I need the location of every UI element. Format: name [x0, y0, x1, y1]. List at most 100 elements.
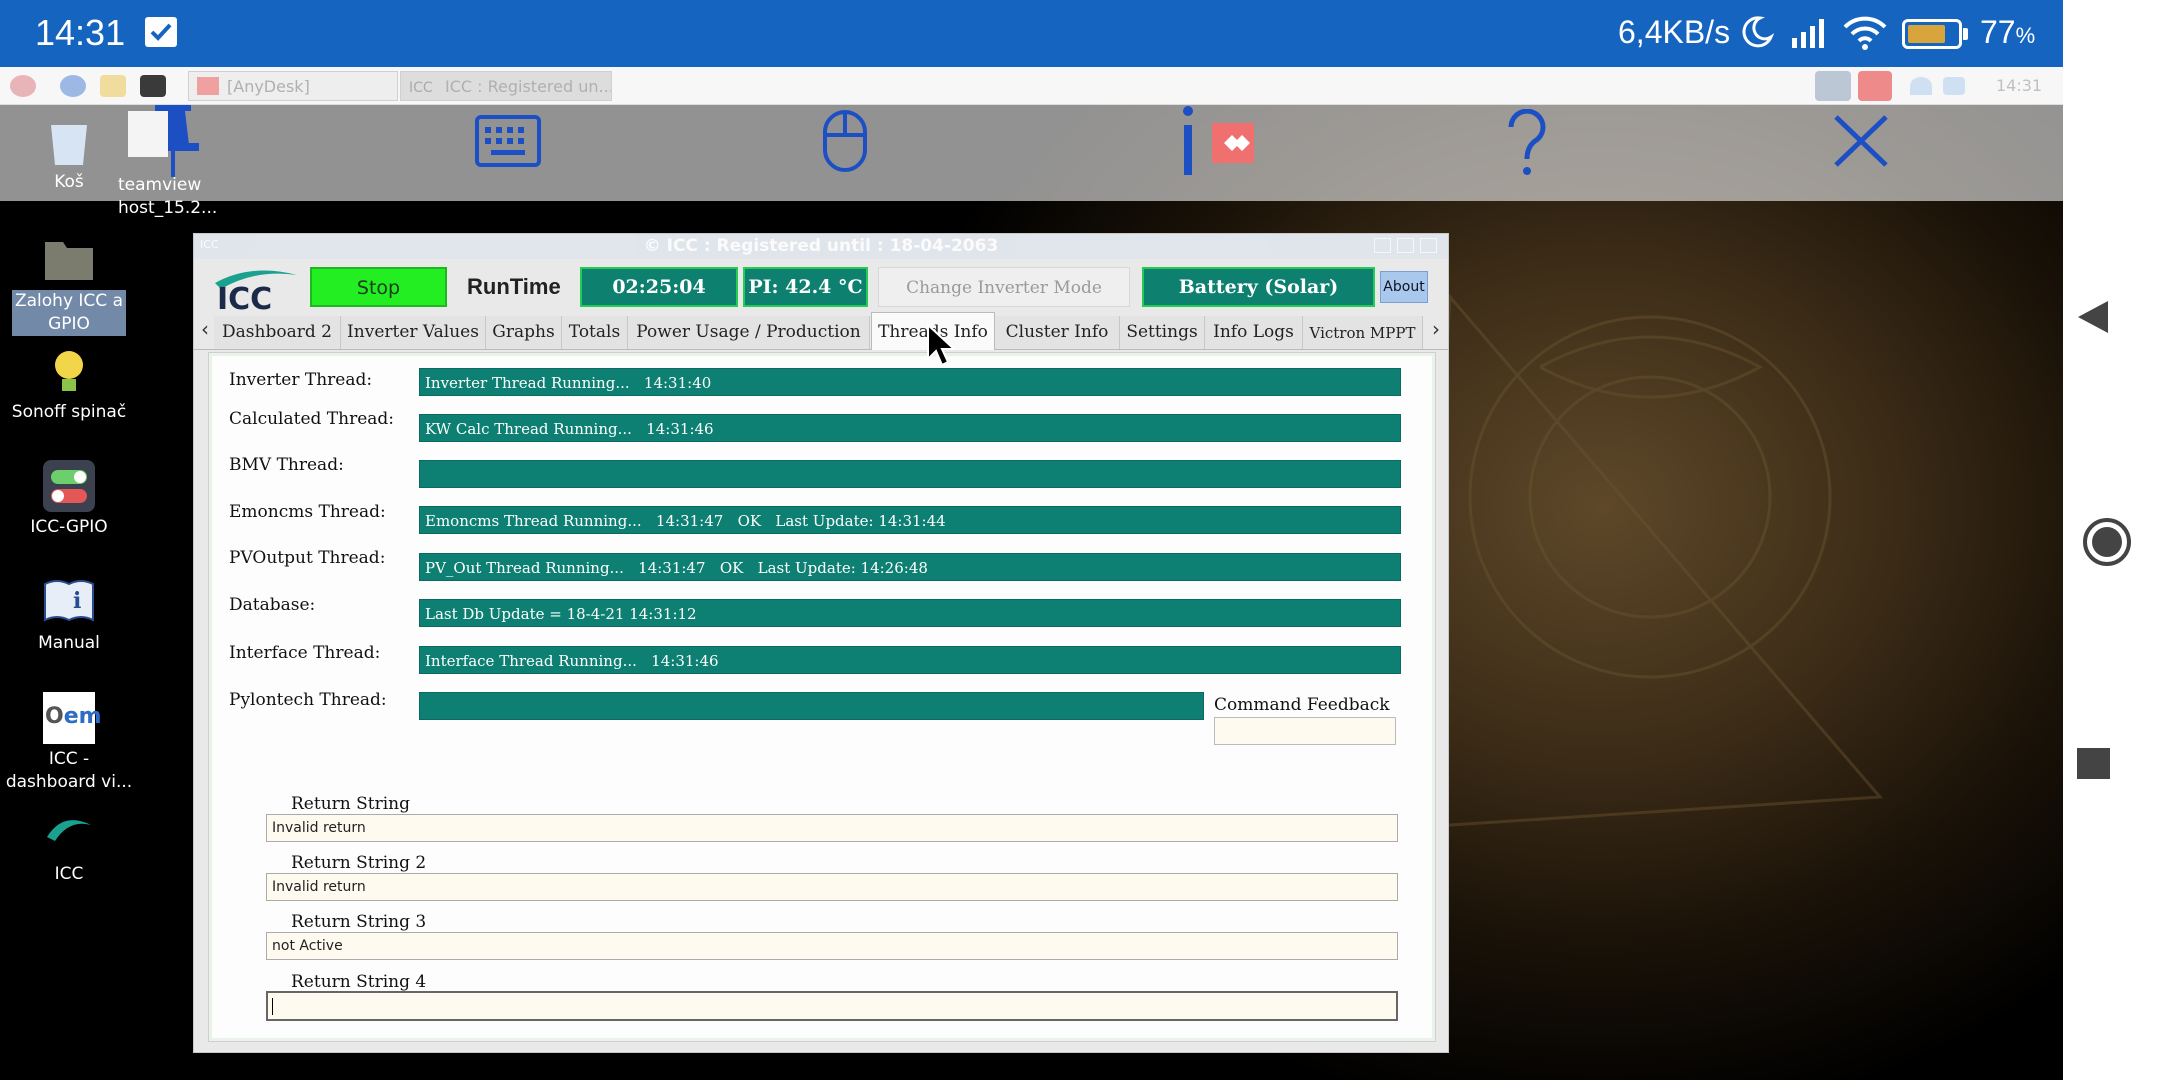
stop-button[interactable]: Stop	[310, 267, 447, 307]
teamviewer-label: teamview host_15.2...	[118, 175, 218, 218]
network-speed: 6,4KB/s	[1618, 14, 1731, 50]
thread-label: Pylontech Thread:	[229, 690, 387, 710]
tab-inverter-values[interactable]: Inverter Values	[341, 316, 486, 349]
tab-scroll-right-icon[interactable]: ›	[1427, 317, 1445, 345]
thread-label: Interface Thread:	[229, 643, 381, 663]
taskbar-icc[interactable]: ICC ICC : Registered un...	[400, 71, 612, 101]
maximize-button[interactable]	[1397, 238, 1414, 253]
window-app-name: ICC	[200, 238, 219, 251]
desktop-icon-icc[interactable]: ICC	[0, 807, 138, 886]
thread-label: Calculated Thread:	[229, 409, 395, 429]
command-feedback-field[interactable]	[1214, 717, 1396, 745]
recents-icon[interactable]	[2077, 748, 2110, 779]
raspberry-menu-icon[interactable]	[10, 75, 36, 97]
file-manager-icon[interactable]	[100, 75, 126, 97]
tab-settings[interactable]: Settings	[1120, 316, 1205, 349]
anydesk-logo-icon	[1212, 123, 1254, 163]
thread-label: Database:	[229, 595, 316, 615]
return-string-4-field[interactable]	[266, 991, 1398, 1021]
return-string-field[interactable]: Invalid return	[266, 814, 1398, 842]
desktop-icon-manual[interactable]: i Manual	[0, 576, 138, 655]
icc-swoosh-icon	[43, 807, 95, 859]
tab-victron-mppt[interactable]: Victron MPPT	[1303, 316, 1423, 349]
svg-text:i: i	[73, 588, 81, 614]
desktop-icon-zalohy[interactable]: Zalohy ICC a GPIO	[0, 234, 138, 336]
tab-cluster-info[interactable]: Cluster Info	[995, 316, 1120, 349]
battery-percent: 77%	[1980, 14, 2036, 50]
inverter-thread-status: Inverter Thread Running... 14:31:40	[419, 368, 1401, 396]
trash-icon	[43, 115, 95, 167]
android-status-bar: 14:31 6,4KB/s 77%	[0, 0, 2063, 67]
taskbar-anydesk[interactable]: [AnyDesk]	[188, 71, 398, 101]
file-icon	[122, 107, 174, 159]
minimize-button[interactable]	[1374, 238, 1391, 253]
victron-tray-icon[interactable]	[1815, 71, 1851, 101]
desktop-icon-teamviewer[interactable]	[100, 107, 180, 163]
terminal-icon[interactable]	[140, 75, 166, 97]
emoncms-thread-status: Emoncms Thread Running... 14:31:47 OK La…	[419, 506, 1401, 534]
help-icon[interactable]	[1505, 108, 1549, 183]
return-string-3-field[interactable]: not Active	[266, 932, 1398, 960]
tab-dashboard-2[interactable]: Dashboard 2	[214, 316, 341, 349]
do-not-disturb-moon-icon	[1740, 15, 1775, 53]
tab-bar: ‹ Dashboard 2 Inverter Values Graphs Tot…	[194, 312, 1448, 350]
battery-icon	[1902, 19, 1962, 49]
window-titlebar: ICC © ICC : Registered until : 18-04-206…	[194, 234, 1448, 259]
mouse-cursor-icon	[926, 322, 958, 373]
return-string-3-label: Return String 3	[291, 912, 427, 932]
svg-text:ICC: ICC	[217, 282, 272, 312]
status-time: 14:31	[35, 12, 126, 53]
tab-power-usage[interactable]: Power Usage / Production	[628, 316, 870, 349]
remote-desktop: [AnyDesk] ICC ICC : Registered un... 14:3…	[0, 67, 2063, 1080]
pvoutput-thread-status: PV_Out Thread Running... 14:31:47 OK Las…	[419, 553, 1401, 581]
keyboard-icon[interactable]	[475, 115, 541, 171]
folder-icon	[43, 234, 95, 286]
battery-tip	[1963, 28, 1968, 40]
return-string-4-label: Return String 4	[291, 972, 427, 992]
anydesk-toolbar	[0, 105, 2063, 201]
back-icon[interactable]	[2076, 299, 2110, 339]
toggle-icon	[43, 460, 95, 512]
icc-task-icon: ICC	[409, 80, 433, 96]
tab-info-logs[interactable]: Info Logs	[1205, 316, 1303, 349]
return-string-label: Return String	[291, 794, 410, 814]
checkbox-notification-icon	[145, 17, 177, 47]
thread-label: BMV Thread:	[229, 455, 344, 475]
wifi-tray-icon[interactable]	[1910, 77, 1932, 95]
desktop-icon-icc-gpio[interactable]: ICC-GPIO	[0, 460, 138, 539]
icc-window: ICC © ICC : Registered until : 18-04-206…	[193, 233, 1449, 1053]
tab-totals[interactable]: Totals	[562, 316, 628, 349]
database-status: Last Db Update = 18-4-21 14:31:12	[419, 599, 1401, 627]
pi-temperature: PI: 42.4 °C	[743, 267, 868, 307]
bmv-thread-status	[419, 460, 1401, 488]
text-caret	[272, 998, 273, 1015]
window-close-button[interactable]	[1420, 238, 1437, 253]
volume-tray-icon[interactable]	[1943, 77, 1965, 95]
change-inverter-mode-button[interactable]: Change Inverter Mode	[878, 267, 1130, 307]
android-nav-bar	[2063, 0, 2160, 1080]
browser-globe-icon[interactable]	[60, 75, 86, 97]
thread-label: Emoncms Thread:	[229, 502, 386, 522]
thread-label: Inverter Thread:	[229, 370, 373, 390]
pylontech-thread-status	[419, 692, 1204, 720]
desktop-icon-icc-dashboard[interactable]: Oem ICC - dashboard vi...	[0, 692, 138, 794]
remote-taskbar: [AnyDesk] ICC ICC : Registered un... 14:3…	[0, 67, 2063, 105]
close-icon[interactable]	[1832, 113, 1890, 173]
desktop-icon-sonoff[interactable]: Sonoff spinač	[0, 345, 138, 424]
anydesk-task-icon	[197, 77, 219, 95]
runtime-label: RunTime	[467, 274, 561, 299]
home-icon[interactable]	[2082, 517, 2132, 571]
return-string-2-label: Return String 2	[291, 853, 427, 873]
about-button[interactable]: About	[1380, 271, 1428, 303]
interface-thread-status: Interface Thread Running... 14:31:46	[419, 646, 1401, 674]
return-string-2-field[interactable]: Invalid return	[266, 873, 1398, 901]
icc-logo: ICC	[211, 267, 301, 317]
book-info-icon: i	[43, 576, 95, 628]
tab-scroll-left-icon[interactable]: ‹	[196, 317, 214, 345]
mouse-icon[interactable]	[822, 109, 868, 177]
anydesk-tray-icon[interactable]	[1858, 71, 1892, 101]
battery-fill	[1908, 25, 1945, 43]
info-icon[interactable]	[1178, 105, 1198, 181]
tab-graphs[interactable]: Graphs	[486, 316, 562, 349]
runtime-value: 02:25:04	[580, 267, 738, 307]
